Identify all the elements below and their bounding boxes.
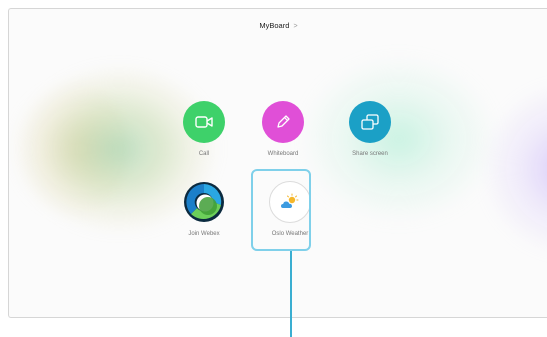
tile-join-webex[interactable]: Join Webex [169,181,239,237]
tile-call[interactable]: Call [169,101,239,157]
webex-logo-icon [183,181,225,223]
video-camera-icon [183,101,225,143]
callout-line [290,251,292,337]
board-title[interactable]: MyBoard > [9,21,547,30]
tile-whiteboard[interactable]: Whiteboard [248,101,318,157]
tile-whiteboard-label: Whiteboard [267,151,299,157]
device-screen: MyBoard > Call Whiteboard Share screen J… [8,8,547,318]
tile-call-label: Call [198,151,210,157]
board-title-label: MyBoard [259,21,290,30]
selection-highlight [251,169,311,251]
background-glow-purple [479,79,547,259]
tile-share-screen[interactable]: Share screen [335,101,405,157]
tile-join-webex-label: Join Webex [188,231,220,237]
tile-share-screen-label: Share screen [352,151,388,157]
chevron-right-icon: > [293,23,298,30]
share-screen-icon [349,101,391,143]
pencil-icon [262,101,304,143]
background-glow-warm [9,79,129,219]
